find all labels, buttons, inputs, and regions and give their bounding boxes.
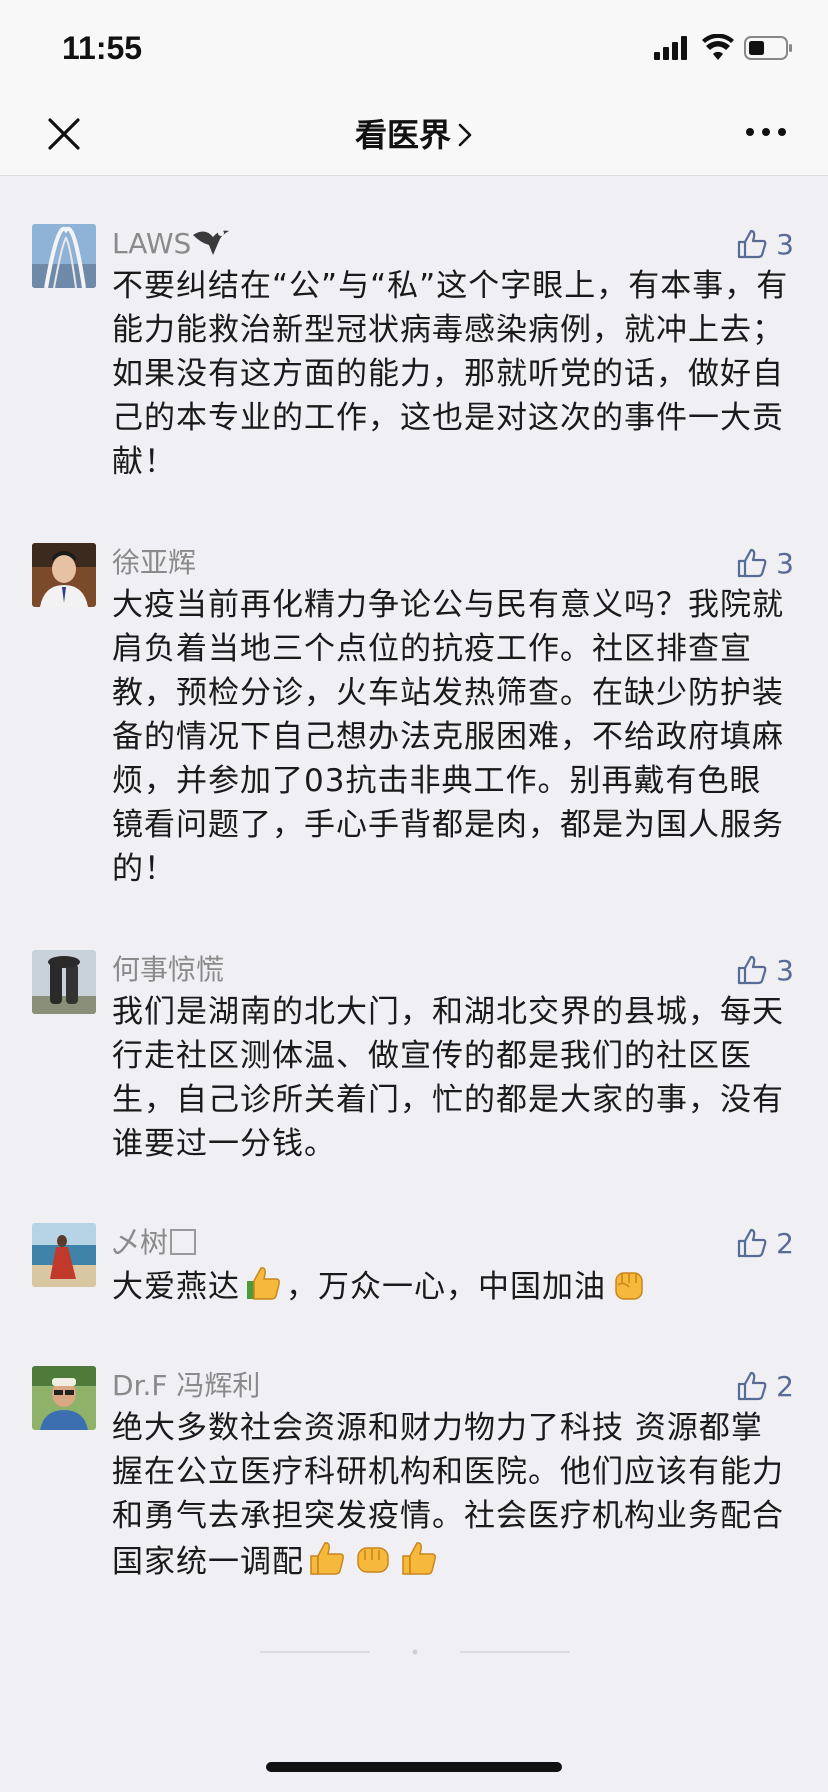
end-of-list-divider — [260, 1640, 570, 1655]
comment-text-part: ，万众一心，中国加油 — [286, 1269, 606, 1305]
battery-icon — [744, 36, 792, 60]
like-count: 3 — [776, 227, 794, 261]
thumbs-up-emoji-icon — [307, 1538, 347, 1578]
like-button[interactable]: 3 — [736, 545, 794, 581]
thumbs-up-icon — [738, 955, 767, 985]
signal-icon — [654, 36, 687, 60]
comment-item: 徐亚辉 3 大疫当前再化精力争论公与民有意义吗？我院就肩负着当地三个点位的抗疫工… — [0, 543, 828, 891]
fist-bump-emoji-icon — [353, 1538, 393, 1578]
thumbs-up-emoji-icon — [399, 1538, 439, 1578]
like-count: 3 — [776, 953, 794, 987]
more-icon[interactable] — [744, 122, 788, 142]
status-time: 11:55 — [62, 30, 143, 66]
wifi-icon — [702, 33, 734, 60]
thumbs-up-emoji-icon — [243, 1263, 283, 1303]
status-bar: 11:55 — [0, 0, 828, 88]
comment-text: 绝大多数社会资源和财力物力了科技 资源都掌握在公立医疗科研机构和医院。他们应该有… — [112, 1406, 792, 1584]
comment-nickname: 乄树 — [112, 1223, 792, 1263]
home-indicator[interactable] — [266, 1762, 562, 1772]
comment-nickname: 徐亚辉 — [112, 546, 197, 579]
page-title[interactable]: 看医界 — [0, 110, 828, 156]
comment-text: 我们是湖南的北大门，和湖北交界的县城，每天行走社区测体温、做宣传的都是我们的社区… — [112, 994, 784, 1162]
nickname-text: 乄树 — [112, 1226, 169, 1259]
comment-text-part: 大爱燕达 — [112, 1269, 240, 1305]
like-count: 2 — [776, 1226, 794, 1260]
avatar[interactable] — [32, 950, 96, 1014]
page-title-text: 看医界 — [354, 116, 451, 154]
comment-text: 大疫当前再化精力争论公与民有意义吗？我院就肩负着当地三个点位的抗疫工作。社区排查… — [112, 587, 784, 887]
avatar[interactable] — [32, 543, 96, 607]
avatar[interactable] — [32, 1223, 96, 1287]
comment-item: 乄树 2 大爱燕达 ，万众一心，中国加油 — [0, 1223, 828, 1309]
comment-nickname: 何事惊慌 — [112, 953, 225, 986]
nickname-text: LAWS — [112, 227, 192, 260]
comment-text: 不要纠结在“公”与“私”这个字眼上，有本事，有能力能救治新型冠状病毒感染病例，就… — [112, 268, 789, 480]
thumbs-up-icon — [738, 229, 767, 259]
thumbs-up-icon — [738, 1371, 767, 1401]
missing-glyph-icon — [170, 1229, 197, 1255]
nav-bar: 看医界 — [0, 88, 828, 176]
thumbs-up-icon — [738, 1228, 767, 1258]
like-button[interactable]: 2 — [736, 1225, 794, 1261]
avatar[interactable] — [32, 224, 96, 288]
comment-item: 何事惊慌 3 我们是湖南的北大门，和湖北交界的县城，每天行走社区测体温、做宣传的… — [0, 950, 828, 1166]
status-icons — [654, 33, 794, 62]
comment-item: LAWS 3 不要纠结在“公”与“私”这个字眼上，有本事，有能力能救治新型冠状病… — [0, 224, 828, 484]
comment-item: Dr.F 冯辉利 2 绝大多数社会资源和财力物力了科技 资源都掌握在公立医疗科研… — [0, 1366, 828, 1584]
eagle-icon — [191, 227, 231, 260]
comment-text: 大爱燕达 ，万众一心，中国加油 — [112, 1263, 792, 1309]
like-button[interactable]: 3 — [736, 952, 794, 988]
like-count: 3 — [776, 546, 794, 580]
comment-nickname: Dr.F 冯辉利 — [112, 1369, 261, 1402]
thumbs-up-icon — [738, 548, 767, 578]
like-button[interactable]: 2 — [736, 1368, 794, 1404]
chevron-right-icon — [457, 118, 473, 156]
raised-fist-emoji-icon — [609, 1263, 649, 1303]
like-count: 2 — [776, 1369, 794, 1403]
like-button[interactable]: 3 — [736, 226, 794, 262]
avatar[interactable] — [32, 1366, 96, 1430]
comment-nickname: LAWS — [112, 224, 792, 264]
comment-text-part: 绝大多数社会资源和财力物力了科技 资源都掌握在公立医疗科研机构和医院。他们应该有… — [112, 1410, 784, 1580]
